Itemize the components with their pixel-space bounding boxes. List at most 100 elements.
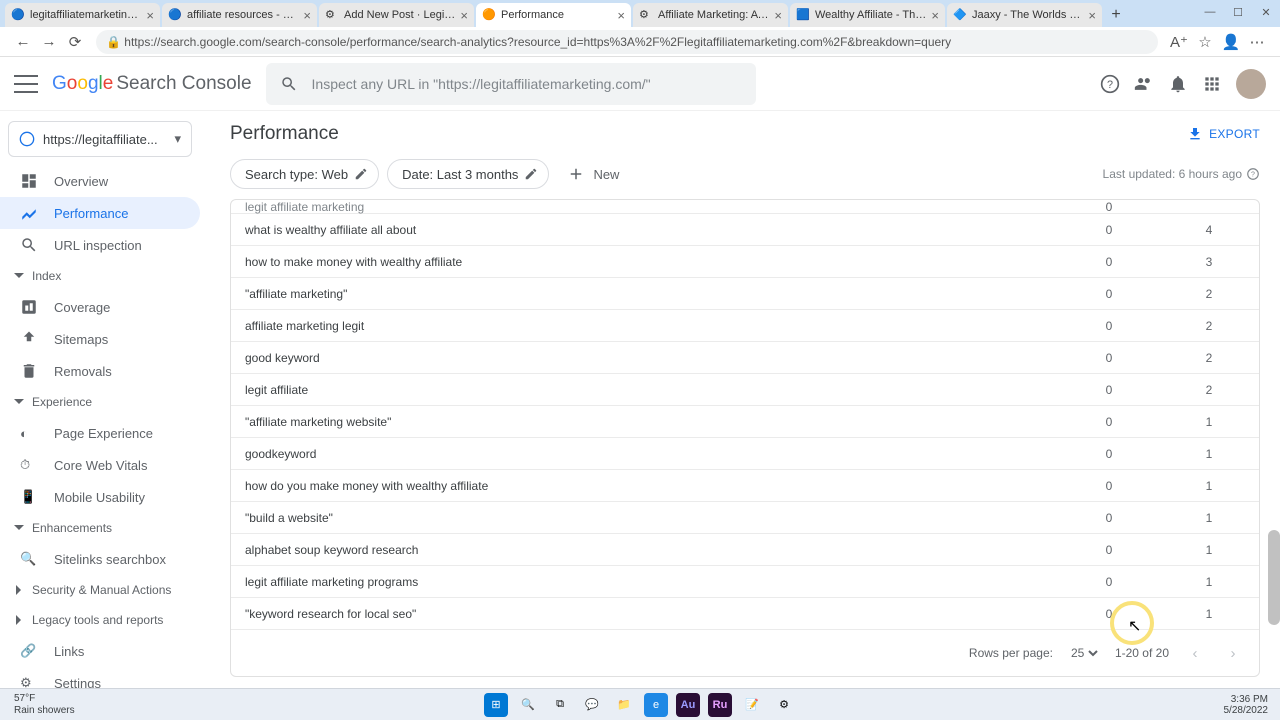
table-row[interactable]: "affiliate marketing"02 (231, 278, 1259, 310)
domain-icon (19, 131, 35, 147)
lock-icon: 🔒 (106, 35, 121, 49)
reader-icon[interactable]: A⁺ (1166, 29, 1192, 55)
chevron-down-icon (14, 397, 24, 407)
browser-tab[interactable]: 🔵affiliate resources - Google Se× (162, 3, 317, 27)
nav-group-enhancements[interactable]: Enhancements (0, 513, 200, 543)
overview-icon (20, 172, 38, 190)
export-button[interactable]: EXPORT (1187, 126, 1260, 142)
notes-icon[interactable]: 📝 (740, 693, 764, 717)
favicon-icon: 🔵 (168, 8, 182, 22)
table-row[interactable]: legit affiliate marketing programs01 (231, 566, 1259, 598)
url-inspect-input[interactable]: Inspect any URL in "https://legitaffilia… (266, 63, 756, 105)
new-tab-button[interactable]: + (1104, 3, 1128, 27)
table-row[interactable]: legit affiliate marketing0 (231, 200, 1259, 214)
refresh-icon[interactable]: ⟳ (62, 29, 88, 55)
forward-icon[interactable]: → (36, 29, 62, 55)
scrollbar-track[interactable] (1268, 185, 1280, 625)
nav-mobile-usability[interactable]: 📱Mobile Usability (0, 481, 200, 513)
menu-icon[interactable]: ⋯ (1244, 29, 1270, 55)
table-row[interactable]: "keyword research for local seo"01 (231, 598, 1259, 630)
weather-widget[interactable]: 57°F Rain showers (14, 693, 75, 717)
add-filter-button[interactable]: New (557, 159, 629, 189)
table-row[interactable]: alphabet soup keyword research01 (231, 534, 1259, 566)
filter-search-type[interactable]: Search type: Web (230, 159, 379, 189)
table-row[interactable]: what is wealthy affiliate all about04 (231, 214, 1259, 246)
close-icon[interactable]: × (460, 8, 468, 23)
browser-tab[interactable]: ⚙Add New Post · Legit Affiliate M× (319, 3, 474, 27)
close-icon[interactable]: × (931, 8, 939, 23)
nav-group-experience[interactable]: Experience (0, 387, 200, 417)
audition-icon[interactable]: Au (676, 693, 700, 717)
edit-icon (524, 167, 538, 181)
page-exp-icon: ◐ (20, 426, 38, 441)
nav-sitemaps[interactable]: Sitemaps (0, 323, 200, 355)
table-row[interactable]: how do you make money with wealthy affil… (231, 470, 1259, 502)
table-row[interactable]: good keyword02 (231, 342, 1259, 374)
table-row[interactable]: "build a website"01 (231, 502, 1259, 534)
nav-links[interactable]: 🔗Links (0, 635, 200, 667)
rows-per-page-select[interactable]: 25 (1067, 645, 1101, 661)
nav-performance[interactable]: Performance (0, 197, 200, 229)
close-window-icon[interactable]: ✕ (1252, 0, 1280, 24)
last-updated-label: Last updated: 6 hours ago? (1103, 167, 1260, 181)
address-input[interactable]: 🔒 https://search.google.com/search-conso… (96, 30, 1158, 54)
close-icon[interactable]: × (303, 8, 311, 23)
close-icon[interactable]: × (146, 8, 154, 23)
browser-tab[interactable]: 🔷Jaaxy - The Worlds Most Advan× (947, 3, 1102, 27)
close-icon[interactable]: × (774, 8, 782, 23)
edge-icon[interactable]: e (644, 693, 668, 717)
nav-sitelinks-searchbox[interactable]: 🔍Sitelinks searchbox (0, 543, 200, 575)
scrollbar-thumb[interactable] (1268, 530, 1280, 625)
browser-tab[interactable]: 🟦Wealthy Affiliate - The Home of× (790, 3, 945, 27)
nav-group-security[interactable]: Security & Manual Actions (0, 575, 200, 605)
table-row[interactable]: goodkeyword01 (231, 438, 1259, 470)
browser-tab-active[interactable]: 🟠Performance× (476, 3, 631, 27)
search-icon[interactable]: 🔍 (516, 693, 540, 717)
maximize-icon[interactable]: ☐ (1224, 0, 1252, 24)
table-row[interactable]: legit affiliate02 (231, 374, 1259, 406)
people-icon[interactable] (1134, 74, 1154, 94)
back-icon[interactable]: ← (10, 29, 36, 55)
table-row[interactable]: affiliate marketing legit02 (231, 310, 1259, 342)
task-view-icon[interactable]: ⧉ (548, 693, 572, 717)
prev-page-icon[interactable]: ‹ (1183, 641, 1207, 665)
link-icon: 🔗 (20, 643, 38, 659)
filter-date[interactable]: Date: Last 3 months (387, 159, 549, 189)
nav-removals[interactable]: Removals (0, 355, 200, 387)
browser-tab[interactable]: ⚙Affiliate Marketing: A Legit Way× (633, 3, 788, 27)
nav-coverage[interactable]: Coverage (0, 291, 200, 323)
next-page-icon[interactable]: › (1221, 641, 1245, 665)
table-row[interactable]: how to make money with wealthy affiliate… (231, 246, 1259, 278)
system-tray[interactable]: 3:36 PM 5/28/2022 (1224, 694, 1269, 716)
notifications-icon[interactable] (1168, 74, 1188, 94)
queries-table: legit affiliate marketing0 what is wealt… (230, 199, 1260, 677)
favicon-icon: ⚙ (639, 8, 653, 22)
start-icon[interactable]: ⊞ (484, 693, 508, 717)
help-icon[interactable]: ? (1100, 74, 1120, 94)
nav-group-legacy[interactable]: Legacy tools and reports (0, 605, 200, 635)
menu-icon[interactable] (14, 75, 38, 93)
nav-url-inspection[interactable]: URL inspection (0, 229, 200, 261)
nav-group-index[interactable]: Index (0, 261, 200, 291)
minimize-icon[interactable]: — (1196, 0, 1224, 24)
nav-core-web-vitals[interactable]: ⏱Core Web Vitals (0, 449, 200, 481)
removals-icon (20, 362, 38, 380)
table-row[interactable]: "affiliate marketing website"01 (231, 406, 1259, 438)
close-icon[interactable]: × (617, 8, 625, 23)
browser-tab[interactable]: 🔵legitaffiliatemarketing.com - Go× (5, 3, 160, 27)
property-selector[interactable]: https://legitaffiliate... ▾ (8, 121, 192, 157)
favorite-icon[interactable]: ☆ (1192, 29, 1218, 55)
coverage-icon (20, 298, 38, 316)
close-icon[interactable]: × (1088, 8, 1096, 23)
content-area: Performance EXPORT Search type: Web Date… (210, 111, 1280, 720)
apps-icon[interactable] (1202, 74, 1222, 94)
nav-page-experience[interactable]: ◐Page Experience (0, 417, 200, 449)
nav-overview[interactable]: Overview (0, 165, 200, 197)
profile-icon[interactable]: 👤 (1218, 29, 1244, 55)
chat-icon[interactable]: 💬 (580, 693, 604, 717)
settings-icon[interactable]: ⚙ (772, 693, 796, 717)
explorer-icon[interactable]: 📁 (612, 693, 636, 717)
rush-icon[interactable]: Ru (708, 693, 732, 717)
help-icon[interactable]: ? (1246, 167, 1260, 181)
avatar[interactable] (1236, 69, 1266, 99)
